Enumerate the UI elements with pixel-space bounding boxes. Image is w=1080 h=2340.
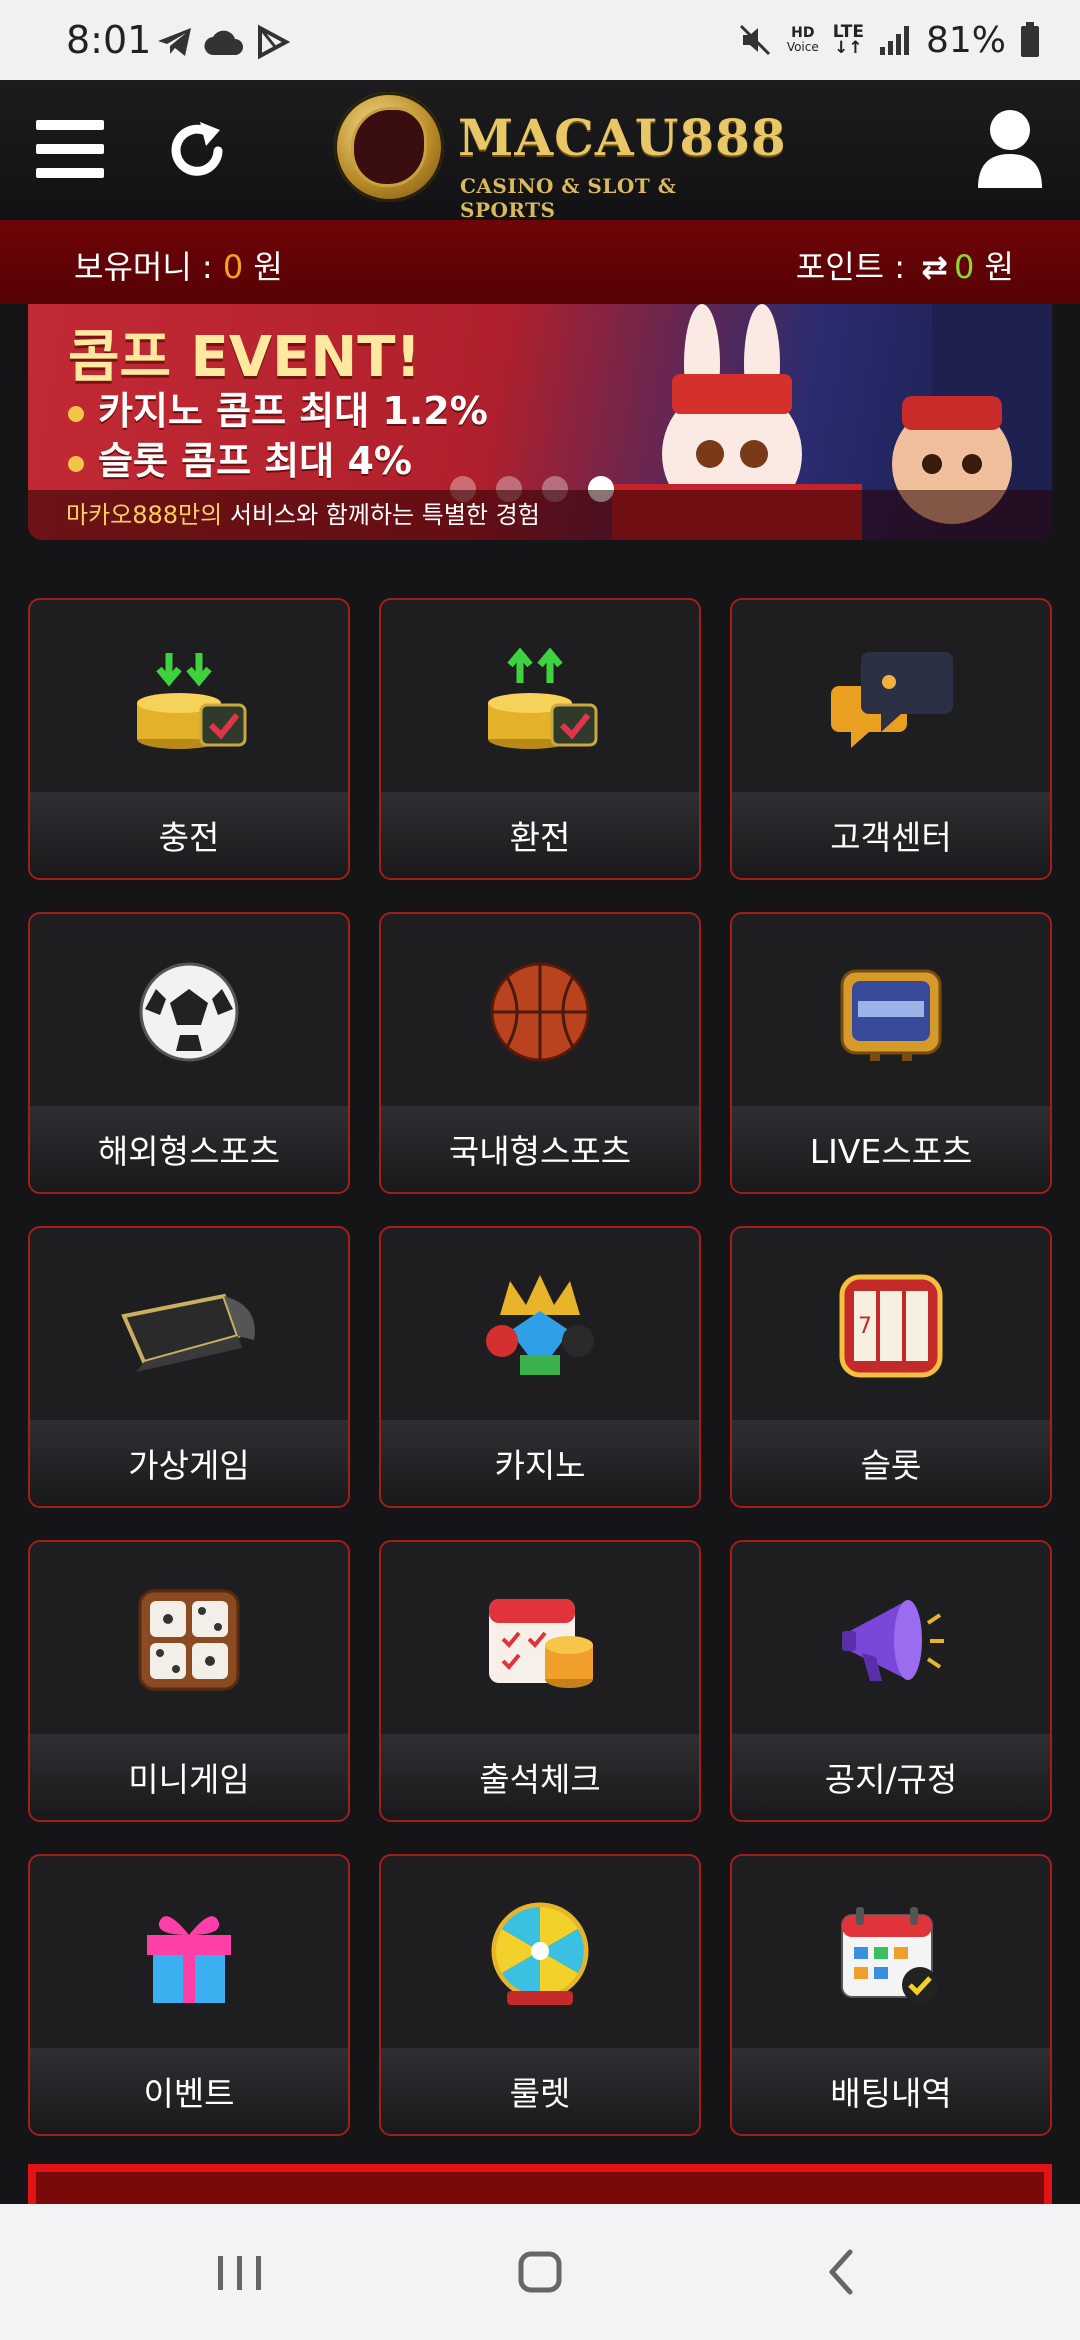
dice-icon <box>138 1589 240 1691</box>
status-bar: 8:01 HD Voice LTE ↓↑ 81% <box>0 0 1080 80</box>
menu-tile-virtual-game[interactable]: 가상게임 <box>28 1226 350 1508</box>
withdraw-coins-icon <box>488 647 598 749</box>
menu-tile-deposit[interactable]: 충전 <box>28 598 350 880</box>
user-icon[interactable] <box>974 108 1046 192</box>
battery-percent: 81% <box>925 19 1006 61</box>
point-convert-icon[interactable]: ⇄ <box>921 248 948 286</box>
megaphone-icon <box>842 1600 944 1681</box>
promo-banner[interactable]: 콤프 EVENT! 카지노 콤프 최대 1.2% 슬롯 콤프 최대 4% 마카오… <box>28 304 1052 540</box>
wallet-bar: 보유머니 : 0 원 포인트 : ⇄ 0 원 <box>0 220 1080 304</box>
tile-label: 슬롯 <box>732 1420 1050 1506</box>
dragon-medal-icon <box>334 92 444 202</box>
menu-tile-event[interactable]: 이벤트 <box>28 1854 350 2136</box>
tile-label: 해외형스포츠 <box>30 1106 348 1192</box>
lte-icon: LTE ↓↑ <box>832 22 864 58</box>
mute-icon <box>739 24 770 56</box>
deposit-coins-icon <box>137 653 247 749</box>
recent-apps-icon[interactable] <box>200 2242 280 2302</box>
banner-line-slot: 슬롯 콤프 최대 4% <box>68 430 412 485</box>
basketball-icon <box>490 962 590 1062</box>
tv-icon <box>840 969 942 1061</box>
tile-label: 고객센터 <box>732 792 1050 878</box>
status-notification-icons <box>156 20 290 64</box>
soccer-ball-icon <box>139 962 239 1062</box>
calendar-coins-icon <box>489 1599 593 1688</box>
tile-label: 가상게임 <box>30 1420 348 1506</box>
menu-tile-attendance[interactable]: 출석체크 <box>379 1540 701 1822</box>
bottom-promo-banner[interactable] <box>28 2164 1052 2204</box>
logo-title: MACAU888 <box>458 108 787 167</box>
money-value: 0 <box>222 248 244 286</box>
menu-tile-live-sports[interactable]: LIVE스포츠 <box>730 912 1052 1194</box>
tile-label: 환전 <box>381 792 699 878</box>
tile-label: 출석체크 <box>381 1734 699 1820</box>
logo-subtitle: CASINO & SLOT & SPORTS <box>460 174 677 222</box>
battery-icon <box>1021 22 1039 57</box>
tile-label: 카지노 <box>381 1420 699 1506</box>
point-value: 0 <box>954 248 975 286</box>
system-navigation-bar <box>0 2204 1080 2340</box>
tile-label: 국내형스포츠 <box>381 1106 699 1192</box>
calendar-check-icon <box>841 1907 938 2003</box>
tile-label: 배팅내역 <box>732 2048 1050 2134</box>
telegram-icon <box>158 28 191 56</box>
tile-label: 공지/규정 <box>732 1734 1050 1820</box>
banner-footer: 마카오888만의 서비스와 함께하는 특별한 경험 <box>28 490 1052 540</box>
menu-tile-overseas-sports[interactable]: 해외형스포츠 <box>28 912 350 1194</box>
tile-label: 이벤트 <box>30 2048 348 2134</box>
back-icon[interactable] <box>802 2242 882 2302</box>
menu-tile-support[interactable]: 고객센터 <box>730 598 1052 880</box>
casino-crown-icon <box>486 1275 594 1375</box>
app-header: MACAU888 CASINO & SLOT & SPORTS <box>0 80 1080 222</box>
gift-box-icon <box>147 1916 231 2003</box>
point-balance: 포인트 : ⇄ 0 원 <box>795 248 1014 286</box>
hd-voice-icon: HD Voice <box>786 25 819 54</box>
money-balance: 보유머니 : 0 원 <box>74 248 283 286</box>
banner-line-casino: 카지노 콤프 최대 1.2% <box>68 380 488 435</box>
cloud-icon <box>204 30 243 56</box>
menu-tile-domestic-sports[interactable]: 국내형스포츠 <box>379 912 701 1194</box>
play-icon <box>258 24 290 60</box>
tile-label: 미니게임 <box>30 1734 348 1820</box>
menu-tile-roulette[interactable]: 룰렛 <box>379 1854 701 2136</box>
signal-icon <box>879 26 909 55</box>
roulette-wheel-icon <box>491 1902 589 2005</box>
menu-tile-withdraw[interactable]: 환전 <box>379 598 701 880</box>
tile-label: LIVE스포츠 <box>732 1106 1050 1192</box>
vr-headset-icon <box>121 1293 255 1372</box>
home-icon[interactable] <box>500 2242 580 2302</box>
tile-label: 룰렛 <box>381 2048 699 2134</box>
menu-tile-mini-game[interactable]: 미니게임 <box>28 1540 350 1822</box>
menu-tile-bet-history[interactable]: 배팅내역 <box>730 1854 1052 2136</box>
menu-tile-casino[interactable]: 카지노 <box>379 1226 701 1508</box>
svg-text:7: 7 <box>858 1314 872 1339</box>
refresh-icon[interactable] <box>162 116 232 186</box>
menu-tile-notice[interactable]: 공지/규정 <box>730 1540 1052 1822</box>
menu-icon[interactable] <box>36 120 104 180</box>
tile-label: 충전 <box>30 792 348 878</box>
slot-machine-icon: 7 <box>839 1274 943 1378</box>
site-logo[interactable]: MACAU888 CASINO & SLOT & SPORTS <box>334 92 786 222</box>
menu-tile-slot[interactable]: 7 슬롯 <box>730 1226 1052 1508</box>
status-time: 8:01 <box>66 18 152 62</box>
chat-bubble-icon <box>831 652 953 748</box>
